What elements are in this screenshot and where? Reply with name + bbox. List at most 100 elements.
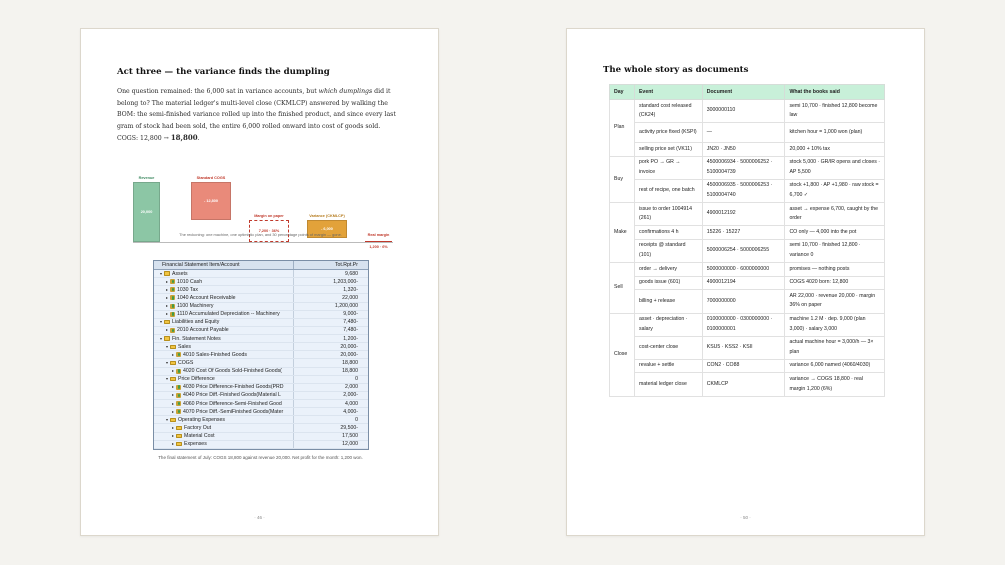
sap-row[interactable]: COGS 18,800 — [154, 359, 368, 368]
expand-closed-icon[interactable] — [166, 313, 168, 316]
sap-row[interactable]: 4070 Price Diff.-SemiFinished Goods(Mate… — [154, 408, 368, 417]
folder-icon — [164, 320, 170, 325]
sap-row[interactable]: 4020 Cost Of Goods Sold-Finished Goods( 1… — [154, 367, 368, 376]
sap-row[interactable]: 1100 Machinery 1,200,000 — [154, 302, 368, 311]
said-cell: semi 10,700 · finished 12,800 · variance… — [784, 238, 885, 264]
expand-closed-icon[interactable] — [166, 296, 168, 299]
sap-row-value: 4,000- — [343, 408, 358, 415]
expand-closed-icon[interactable] — [172, 394, 174, 397]
sap-row-label: 1010 Cash — [177, 278, 203, 285]
sap-row-value: 20,000- — [340, 351, 358, 358]
waterfall-label: Standard COGS — [196, 176, 226, 180]
expand-open-icon[interactable] — [166, 418, 168, 421]
col-books-said: What the books said — [784, 84, 885, 100]
folder-icon — [170, 344, 176, 349]
sap-row[interactable]: Fin. Statement Notes 1,200- — [154, 335, 368, 344]
sap-row-label: 4010 Sales-Finished Goods — [183, 351, 248, 358]
col-event: Event — [633, 84, 703, 100]
event-cell: pork PO → GR → invoice — [633, 155, 703, 180]
sap-row[interactable]: 1010 Cash 1,203,000- — [154, 278, 368, 287]
said-cell: 20,000 + 10% tax — [784, 142, 885, 157]
table-heading: The whole story as documents — [603, 65, 749, 75]
expand-closed-icon[interactable] — [166, 329, 168, 332]
sap-row-value: 12,000 — [342, 441, 358, 448]
folder-icon — [170, 417, 176, 422]
paragraph-text-2: did it belong to? The material ledger's … — [117, 88, 396, 143]
day-cell: Buy — [609, 155, 635, 204]
sap-row[interactable]: 1040 Account Receivable 22,000 — [154, 294, 368, 303]
sap-row[interactable]: Price Difference 0 — [154, 375, 368, 384]
expand-closed-icon[interactable] — [166, 288, 168, 291]
expand-open-icon[interactable] — [160, 272, 162, 275]
expand-closed-icon[interactable] — [172, 435, 174, 438]
expand-closed-icon[interactable] — [172, 410, 174, 413]
sap-row[interactable]: 2010 Account Payable 7,480- — [154, 326, 368, 335]
sap-col-item[interactable]: Financial Statement Item/Account — [154, 261, 294, 269]
sap-row-name: 4070 Price Diff.-SemiFinished Goods(Mate… — [154, 408, 294, 416]
paragraph-text-3: . — [197, 135, 200, 143]
folder-icon — [170, 360, 176, 366]
expand-closed-icon[interactable] — [172, 386, 174, 389]
expand-closed-icon[interactable] — [172, 402, 174, 405]
documents-table: Day Event Document What the books said P… — [609, 84, 885, 397]
event-cell: order → delivery — [633, 262, 703, 277]
sap-row[interactable]: 1030 Tax 1,320- — [154, 286, 368, 295]
expand-closed-icon[interactable] — [166, 280, 168, 283]
expand-open-icon[interactable] — [166, 361, 168, 364]
sap-row-label: Expenses — [184, 441, 207, 448]
table-row: Close asset · depreciation · salary 010000… — [609, 312, 885, 397]
account-leaf-icon — [170, 311, 175, 317]
expand-open-icon[interactable] — [160, 321, 162, 324]
sap-row[interactable]: Assets 9,680 — [154, 270, 368, 279]
folder-icon — [176, 425, 182, 431]
sap-row-name: 1010 Cash — [154, 278, 294, 286]
sap-row[interactable]: Expenses 12,000 — [154, 440, 368, 449]
sap-row[interactable]: 4010 Sales-Finished Goods 20,000- — [154, 351, 368, 360]
body-paragraph: One question remained: the 6,000 sat in … — [117, 86, 402, 145]
sap-financial-statement: Financial Statement Item/Account Tot.Rpt… — [153, 260, 369, 450]
sap-row[interactable]: 4040 Price Diff.-Finished Goods(Material… — [154, 391, 368, 400]
waterfall-chart: Revenue 20,000 Standard COGS - 12,800 Margin… — [133, 145, 393, 249]
event-cell: receipts @ standard (101) — [633, 238, 703, 264]
expand-closed-icon[interactable] — [172, 370, 174, 373]
sap-row-label: 1110 Accumulated Depreciation -- Machine… — [177, 311, 280, 318]
waterfall-label: Revenue — [138, 176, 155, 180]
expand-open-icon[interactable] — [166, 378, 168, 381]
sap-col-total[interactable]: Tot.Rpt.Pr — [294, 261, 368, 270]
sap-row[interactable]: Factory Out 29,500- — [154, 424, 368, 433]
sap-row[interactable]: 1110 Accumulated Depreciation -- Machine… — [154, 310, 368, 319]
account-leaf-icon — [176, 401, 181, 407]
sap-row[interactable]: Operating Expenses 0 — [154, 416, 368, 425]
expand-closed-icon[interactable] — [172, 426, 174, 429]
sap-row[interactable]: 4030 Price Difference-Finished Goods(PRD… — [154, 383, 368, 392]
expand-closed-icon[interactable] — [172, 353, 174, 356]
expand-open-icon[interactable] — [166, 345, 168, 348]
said-cell: stock 5,000 · GR/IR opens and closes · A… — [784, 155, 885, 180]
sap-row-value: 18,800 — [342, 368, 358, 375]
said-cell: COGS 4020 born: 12,800 — [784, 275, 885, 291]
sap-row-name: Factory Out — [154, 424, 294, 432]
account-leaf-icon — [176, 384, 181, 390]
sap-row-value: 1,200- — [343, 335, 358, 342]
account-leaf-icon — [176, 368, 181, 374]
expand-closed-icon[interactable] — [172, 443, 174, 446]
sap-row[interactable]: Liabilities and Equity 7,480- — [154, 318, 368, 327]
sap-row-name: 4020 Cost Of Goods Sold-Finished Goods( — [154, 367, 294, 375]
sap-row-value: 0 — [355, 416, 358, 423]
sap-tree: Assets 9,680 1010 Cash 1,203,000- 1030 Tax 1,… — [154, 270, 368, 449]
sap-row-name: Price Difference — [154, 375, 294, 383]
expand-closed-icon[interactable] — [166, 305, 168, 308]
sap-row-label: 4070 Price Diff.-SemiFinished Goods(Mate… — [183, 408, 284, 415]
sap-row[interactable]: 4060 Price Difference-Semi-Finished Good… — [154, 400, 368, 409]
sap-row[interactable]: Material Cost 17,500 — [154, 432, 368, 441]
event-cell: rest of recipe, one batch — [633, 178, 703, 204]
sap-row[interactable]: Sales 20,000- — [154, 343, 368, 352]
sap-row-label: Liabilities and Equity — [172, 319, 220, 326]
waterfall-label: Variance (CKMLCP) — [309, 214, 345, 219]
expand-open-icon[interactable] — [160, 337, 162, 340]
sap-row-name: 4060 Price Difference-Semi-Finished Good — [154, 400, 294, 408]
sap-row-label: 4060 Price Difference-Semi-Finished Good — [183, 400, 282, 407]
document-cell: CON2 · CO88 — [701, 358, 786, 374]
said-cell: asset → expense 6,700, caught by the ord… — [784, 202, 885, 227]
sap-row-value: 2,000 — [345, 384, 358, 391]
